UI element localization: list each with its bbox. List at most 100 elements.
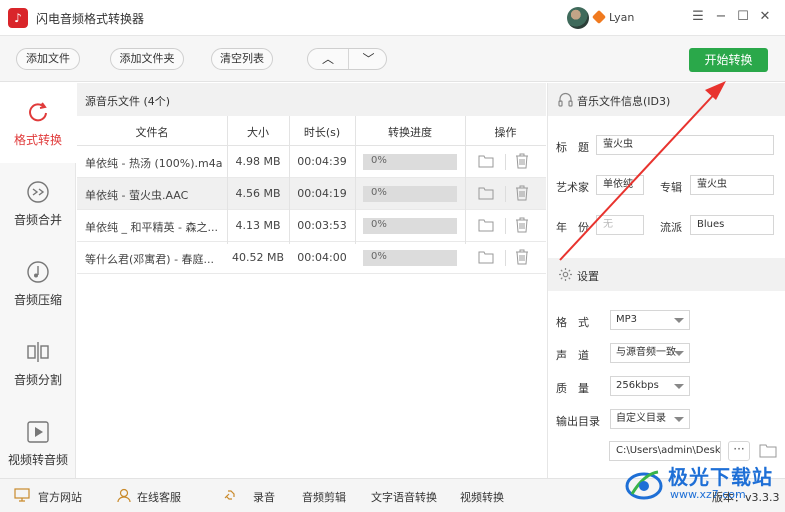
folder-icon[interactable] [478, 250, 494, 264]
sidebar-item-label: 视频转音频 [7, 453, 68, 467]
progress-bar: 0% [363, 250, 457, 266]
file-size: 40.52 MB [231, 251, 285, 264]
minimize-button[interactable]: − [713, 9, 729, 25]
close-button[interactable]: ✕ [757, 9, 773, 25]
table-row[interactable]: 单依纯 - 热汤 (100%).m4a 4.98 MB 00:04:39 0% [77, 146, 546, 178]
file-duration: 00:03:53 [297, 219, 347, 232]
support-link[interactable]: 在线客服 [137, 489, 181, 505]
clear-list-button[interactable]: 清空列表 [211, 48, 273, 70]
avatar[interactable] [567, 7, 589, 29]
start-convert-button[interactable]: 开始转换 [689, 48, 768, 72]
table-title: 源音乐文件 (4个) [85, 95, 171, 108]
divider [505, 154, 506, 170]
progress-bar: 0% [363, 154, 457, 170]
column-divider [465, 116, 466, 244]
add-folder-button[interactable]: 添加文件夹 [110, 48, 184, 70]
merge-icon [27, 181, 49, 203]
folder-icon[interactable] [478, 186, 494, 200]
genre-field[interactable]: Blues [690, 215, 774, 235]
progress-text: 0% [371, 251, 387, 262]
file-size: 4.13 MB [235, 219, 281, 232]
sidebar-item-audio-compress[interactable]: 音频压缩 [0, 243, 76, 323]
vip-badge-icon [591, 9, 607, 25]
trash-icon[interactable] [515, 217, 529, 233]
year-field[interactable]: 无 [596, 215, 644, 235]
file-name: 等什么君(邓寓君) - 春庭... [85, 253, 215, 266]
trash-icon[interactable] [515, 185, 529, 201]
watermark-name: 极光下载站 [668, 465, 773, 489]
output-path-field[interactable]: C:\Users\admin\Desktc [609, 441, 721, 461]
column-header-progress: 转换进度 [388, 126, 432, 139]
table-head: 文件名 大小 时长(s) 转换进度 操作 [77, 116, 546, 146]
watermark-logo-icon [625, 470, 663, 500]
file-duration: 00:04:39 [297, 155, 347, 168]
artist-label: 艺术家 [556, 181, 589, 194]
record-link[interactable]: 录音 [253, 489, 275, 505]
trash-icon[interactable] [515, 153, 529, 169]
trash-icon[interactable] [515, 249, 529, 265]
monitor-icon [14, 488, 30, 502]
website-link[interactable]: 官方网站 [38, 489, 82, 505]
add-file-button[interactable]: 添加文件 [16, 48, 80, 70]
file-table: 源音乐文件 (4个) 文件名 大小 时长(s) 转换进度 操作 单依纯 - 热汤… [77, 83, 546, 478]
app-title: 闪电音频格式转换器 [36, 12, 145, 26]
maximize-button[interactable]: ☐ [735, 9, 751, 25]
chevron-down-icon [674, 384, 684, 389]
title-bar: ♪ 闪电音频格式转换器 Lyan ☰ − ☐ ✕ [0, 0, 785, 36]
chevron-down-icon [674, 351, 684, 356]
table-row[interactable]: 单依纯 - 萤火虫.AAC 4.56 MB 00:04:19 0% [77, 178, 546, 210]
artist-field[interactable]: 单依纯 [596, 175, 644, 195]
album-label: 专辑 [660, 181, 682, 194]
move-down-button[interactable]: ﹀ [348, 49, 388, 69]
app-logo-icon: ♪ [8, 8, 28, 28]
sidebar-item-label: 音频分割 [13, 373, 62, 387]
progress-text: 0% [371, 219, 387, 230]
audio-edit-link[interactable]: 音频剪辑 [302, 489, 346, 505]
sidebar: 格式转换 音频合并 音频压缩 音频分割 视频转音频 [0, 83, 76, 478]
quality-select[interactable]: 256kbps [610, 376, 690, 396]
tts-link[interactable]: 文字语音转换 [371, 489, 437, 505]
format-select[interactable]: MP3 [610, 310, 690, 330]
file-name: 单依纯 - 热汤 (100%).m4a [85, 157, 223, 170]
quality-label: 质 量 [556, 382, 589, 395]
split-icon [27, 342, 49, 362]
sidebar-item-label: 音频合并 [13, 213, 62, 227]
file-size: 4.98 MB [235, 155, 281, 168]
sidebar-item-format-convert[interactable]: 格式转换 [0, 83, 76, 163]
file-size: 4.56 MB [235, 187, 281, 200]
support-icon [117, 488, 131, 502]
progress-text: 0% [371, 155, 387, 166]
browse-button[interactable]: ··· [728, 441, 750, 461]
title-field[interactable]: 萤火虫 [596, 135, 774, 155]
quality-select-value: 256kbps [616, 380, 659, 391]
column-header-duration: 时长(s) [303, 126, 341, 139]
title-label: 标 题 [556, 141, 589, 154]
menu-icon[interactable]: ☰ [690, 9, 706, 25]
chevron-down-icon [674, 417, 684, 422]
album-field[interactable]: 萤火虫 [690, 175, 774, 195]
channel-select[interactable]: 与源音频一致 [610, 343, 690, 363]
progress-bar: 0% [363, 186, 457, 202]
headphones-icon [558, 92, 573, 107]
user-name[interactable]: Lyan [609, 11, 634, 24]
sidebar-item-video-to-audio[interactable]: 视频转音频 [0, 403, 76, 483]
file-duration: 00:04:19 [297, 187, 347, 200]
table-row[interactable]: 等什么君(邓寓君) - 春庭... 40.52 MB 00:04:00 0% [77, 242, 546, 274]
video-convert-link[interactable]: 视频转换 [460, 489, 504, 505]
output-dir-label: 输出目录 [556, 415, 600, 428]
table-row[interactable]: 单依纯 _ 和平精英 - 森之... 4.13 MB 00:03:53 0% [77, 210, 546, 242]
folder-icon[interactable] [759, 443, 777, 458]
refresh-icon [29, 102, 47, 122]
move-up-button[interactable]: ︿ [308, 49, 348, 69]
sidebar-item-label: 格式转换 [13, 133, 62, 147]
output-dir-select[interactable]: 自定义目录 [610, 409, 690, 429]
sidebar-item-audio-split[interactable]: 音频分割 [0, 323, 76, 403]
link-icon [224, 490, 235, 500]
column-header-size: 大小 [247, 126, 269, 139]
folder-icon[interactable] [478, 218, 494, 232]
channel-select-value: 与源音频一致 [616, 347, 676, 358]
column-divider [227, 116, 228, 244]
folder-icon[interactable] [478, 154, 494, 168]
output-dir-select-value: 自定义目录 [616, 413, 666, 424]
sidebar-item-audio-merge[interactable]: 音频合并 [0, 163, 76, 243]
